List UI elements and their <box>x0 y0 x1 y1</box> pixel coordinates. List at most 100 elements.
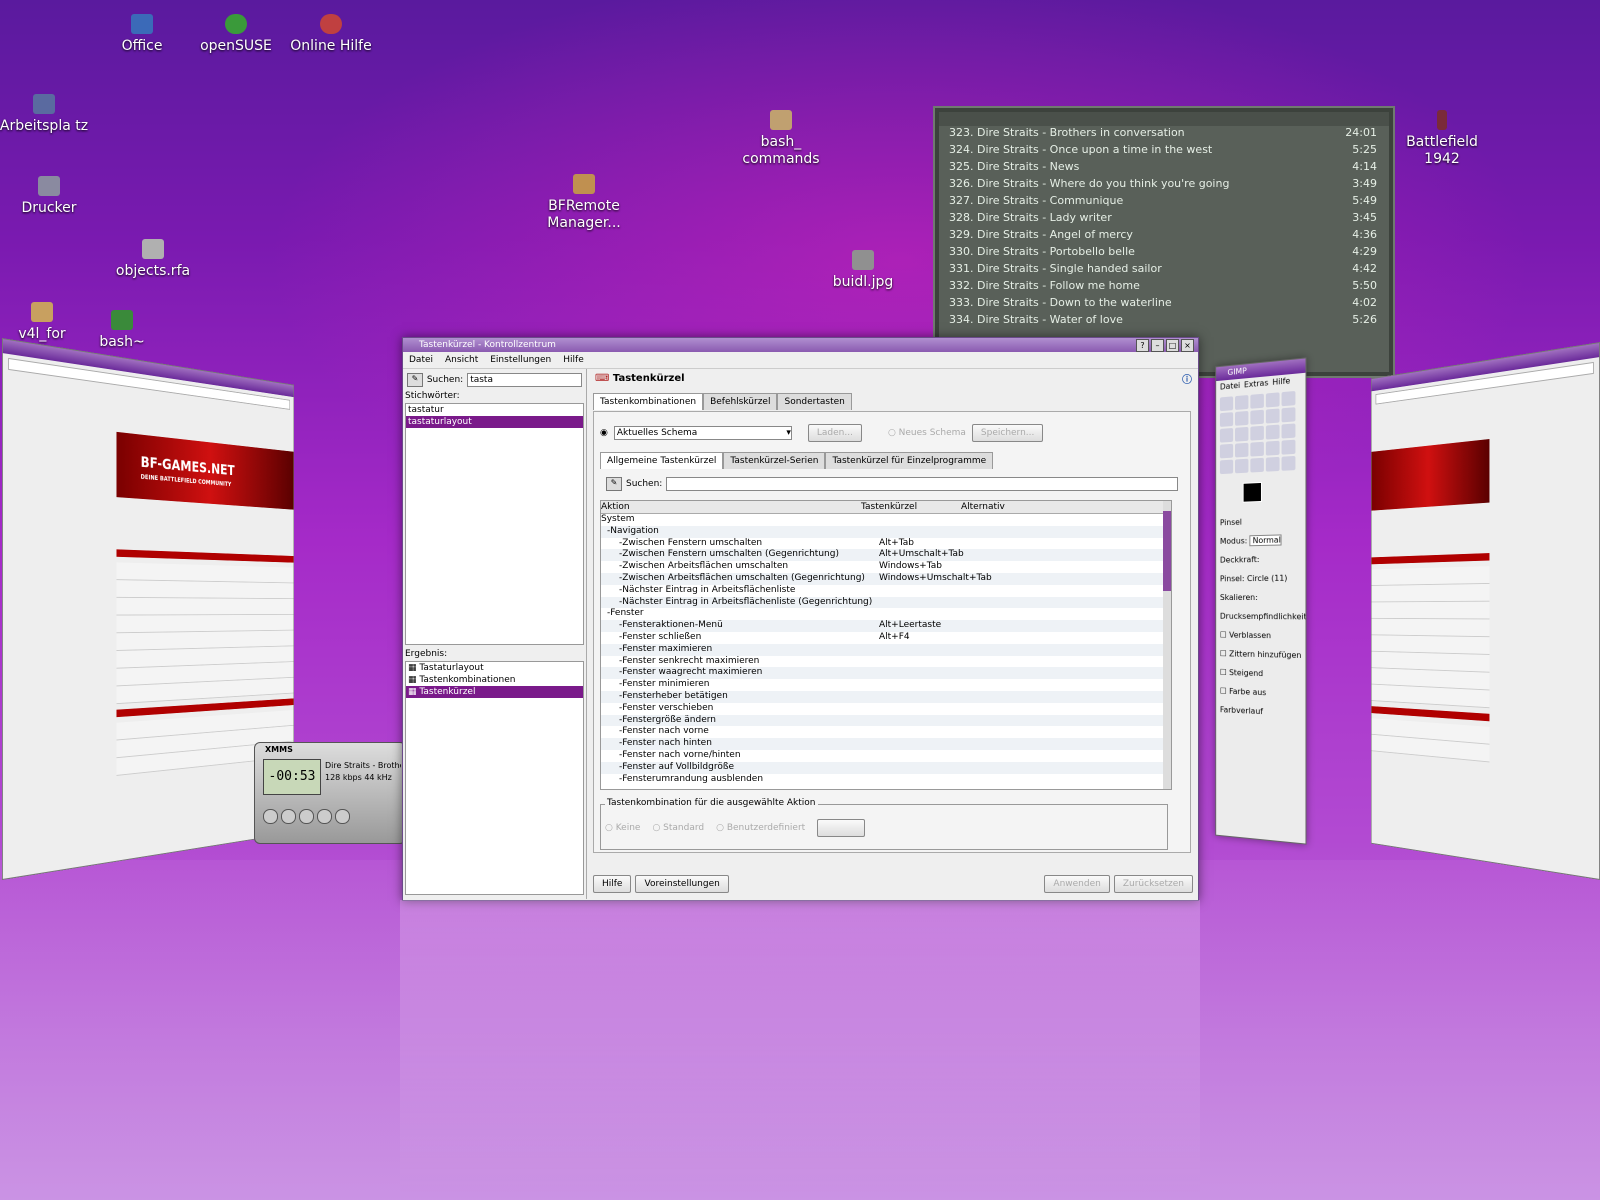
gimp-fade-option[interactable]: ☐ Verblassen <box>1220 626 1302 646</box>
paintbrush-icon[interactable] <box>1235 459 1248 474</box>
desktop-icon-battlefield[interactable]: Battlefield 1942 <box>1392 110 1492 168</box>
rotate-icon[interactable] <box>1250 426 1264 441</box>
forum-row[interactable] <box>1372 584 1490 602</box>
desktop-icon-bash[interactable]: bash~ <box>72 310 172 351</box>
tree-row[interactable]: -Fenster minimieren <box>601 679 1171 691</box>
tree-row[interactable]: -Fenster maximieren <box>601 644 1171 656</box>
gimp-mode-select[interactable]: Normal <box>1250 534 1282 546</box>
bucket-fill-icon[interactable] <box>1266 441 1280 456</box>
desktop-icon-opensuse[interactable]: openSUSE <box>186 14 286 55</box>
next-icon[interactable] <box>335 809 350 824</box>
browser-window-left[interactable]: BF-GAMES.NET DEINE BATTLEFIELD COMMUNITY <box>2 338 294 880</box>
desktop-icon-drucker[interactable]: Drucker <box>0 176 99 217</box>
column-tastenkuerzel[interactable]: Tastenkürzel <box>861 501 961 513</box>
shortcut-key-button[interactable] <box>817 819 865 837</box>
radio-new-scheme[interactable]: ○ Neues Schema <box>888 428 966 438</box>
radio-keine[interactable]: ○ Keine <box>605 823 640 833</box>
zoom-icon[interactable] <box>1266 408 1280 423</box>
text-icon[interactable] <box>1250 442 1264 457</box>
select-color-icon[interactable] <box>1282 391 1296 406</box>
tree-row[interactable]: -Zwischen Arbeitsflächen umschalten (Geg… <box>601 573 1171 585</box>
playlist-row[interactable]: 324. Dire Straits - Once upon a time in … <box>939 143 1389 160</box>
column-alternativ[interactable]: Alternativ <box>961 501 1011 513</box>
perspective-icon[interactable] <box>1220 444 1233 459</box>
desktop-icon-office[interactable]: Office <box>92 14 192 55</box>
tree-row[interactable]: -Fensteraktionen-Menü Alt+Leertaste <box>601 620 1171 632</box>
desktop-icon-online-hilfe[interactable]: Online Hilfe <box>281 14 381 55</box>
measure-icon[interactable] <box>1282 407 1296 422</box>
clear-filter-icon[interactable]: ✎ <box>606 477 622 491</box>
gimp-pressure-option[interactable]: Drucksempfindlichkeit <box>1220 607 1302 627</box>
scheme-select[interactable]: Aktuelles Schema ▾ <box>614 426 792 440</box>
info-icon[interactable]: ⓘ <box>1182 371 1192 391</box>
tree-row[interactable]: -Fenster waagrecht maximieren <box>601 667 1171 679</box>
ink-icon[interactable] <box>1282 456 1296 471</box>
pencil-icon[interactable] <box>1220 460 1233 475</box>
close-icon[interactable]: × <box>1181 339 1194 352</box>
browser-window-right[interactable] <box>1371 342 1600 880</box>
playlist-row[interactable]: 326. Dire Straits - Where do you think y… <box>939 177 1389 194</box>
menu-hilfe[interactable]: Hilfe <box>563 352 583 368</box>
tree-row[interactable]: -Fenster nach vorne/hinten <box>601 750 1171 762</box>
help-button[interactable]: Hilfe <box>593 875 631 893</box>
gimp-brush-value[interactable]: Circle (11) <box>1247 574 1287 583</box>
crop-icon[interactable] <box>1235 427 1248 442</box>
gimp-gradient-option[interactable]: ☐ Farbe aus Farbverlauf <box>1220 682 1302 723</box>
lasso-icon[interactable] <box>1250 394 1264 409</box>
tree-row[interactable]: System <box>601 514 1171 526</box>
load-scheme-button[interactable]: Laden... <box>808 424 862 442</box>
shortcut-tree[interactable]: Aktion Tastenkürzel Alternativ System -Na… <box>600 500 1172 790</box>
move-icon[interactable] <box>1220 428 1233 443</box>
result-item[interactable]: ▦ Tastenkombinationen <box>406 674 583 686</box>
forum-row[interactable] <box>116 598 293 616</box>
column-aktion[interactable]: Aktion <box>601 501 861 513</box>
scale-icon[interactable] <box>1266 425 1280 440</box>
tree-row[interactable]: -Fensterheber betätigen <box>601 691 1171 703</box>
filter-input[interactable] <box>666 477 1178 491</box>
tree-row[interactable]: -Fenstergröße ändern <box>601 715 1171 727</box>
gimp-jitter-option[interactable]: ☐ Zittern hinzufügen <box>1220 644 1302 665</box>
menu-ansicht[interactable]: Ansicht <box>445 352 478 368</box>
tree-row[interactable]: -Zwischen Fenstern umschalten Alt+Tab <box>601 538 1171 550</box>
gimp-menu-extras[interactable]: Extras <box>1244 378 1268 389</box>
tree-row[interactable]: -Nächster Eintrag in Arbeitsflächenliste… <box>601 597 1171 609</box>
playlist-row[interactable]: 331. Dire Straits - Single handed sailor… <box>939 262 1389 279</box>
tree-row[interactable]: -Fenster auf Vollbildgröße <box>601 762 1171 774</box>
select-ellipse-icon[interactable] <box>1235 395 1248 410</box>
tree-row[interactable]: -Fensterumrandung ausblenden <box>601 774 1171 786</box>
playlist-row[interactable]: 323. Dire Straits - Brothers in conversa… <box>939 126 1389 143</box>
radio-current-scheme[interactable]: ◉ <box>600 428 608 438</box>
playlist-row[interactable]: 329. Dire Straits - Angel of mercy 4:36 <box>939 228 1389 245</box>
reset-button[interactable]: Zurücksetzen <box>1114 875 1193 893</box>
desktop-icon-bash-commands[interactable]: bash_ commands <box>731 110 831 168</box>
select-rect-icon[interactable] <box>1220 396 1233 411</box>
playlist-row[interactable]: 328. Dire Straits - Lady writer 3:45 <box>939 211 1389 228</box>
blend-icon[interactable] <box>1282 440 1296 455</box>
window-titlebar[interactable]: Tastenkürzel - Kontrollzentrum ? – □ × <box>403 338 1198 352</box>
tree-scrollbar[interactable] <box>1163 501 1171 789</box>
tab-befehlskuerzel[interactable]: Befehlskürzel <box>703 393 777 410</box>
tab-einzelprogramme[interactable]: Tastenkürzel für Einzelprogramme <box>825 452 993 469</box>
flip-icon[interactable] <box>1235 443 1248 458</box>
playlist-window[interactable]: 323. Dire Straits - Brothers in conversa… <box>935 108 1393 376</box>
forum-row[interactable] <box>116 580 293 599</box>
tree-row[interactable]: -Fenster nach vorne <box>601 726 1171 738</box>
menu-einstellungen[interactable]: Einstellungen <box>490 352 551 368</box>
tree-row[interactable]: -Fenster schließen Alt+F4 <box>601 632 1171 644</box>
result-item[interactable]: ▦ Tastaturlayout <box>406 662 583 674</box>
color-picker-icon[interactable] <box>1250 410 1264 425</box>
playlist-row[interactable]: 327. Dire Straits - Communique 5:49 <box>939 194 1389 211</box>
playlist-row[interactable]: 333. Dire Straits - Down to the waterlin… <box>939 296 1389 313</box>
clear-search-icon[interactable]: ✎ <box>407 373 423 387</box>
gimp-menu-datei[interactable]: Datei <box>1220 381 1240 392</box>
radio-standard[interactable]: ○ Standard <box>652 823 704 833</box>
desktop-icon-arbeitsplatz[interactable]: Arbeitspla tz <box>0 94 94 135</box>
tab-sondertasten[interactable]: Sondertasten <box>777 393 851 410</box>
playlist-row[interactable]: 332. Dire Straits - Follow me home 5:50 <box>939 279 1389 296</box>
tab-allgemeine[interactable]: Allgemeine Tastenkürzel <box>600 452 723 469</box>
forum-row[interactable] <box>1372 566 1490 586</box>
keyword-item-selected[interactable]: tastaturlayout <box>406 416 583 428</box>
help-icon[interactable]: ? <box>1136 339 1149 352</box>
xmms-player[interactable]: XMMS -00:53 Dire Straits - Brothers 128 … <box>254 742 406 844</box>
save-scheme-button[interactable]: Speichern... <box>972 424 1043 442</box>
